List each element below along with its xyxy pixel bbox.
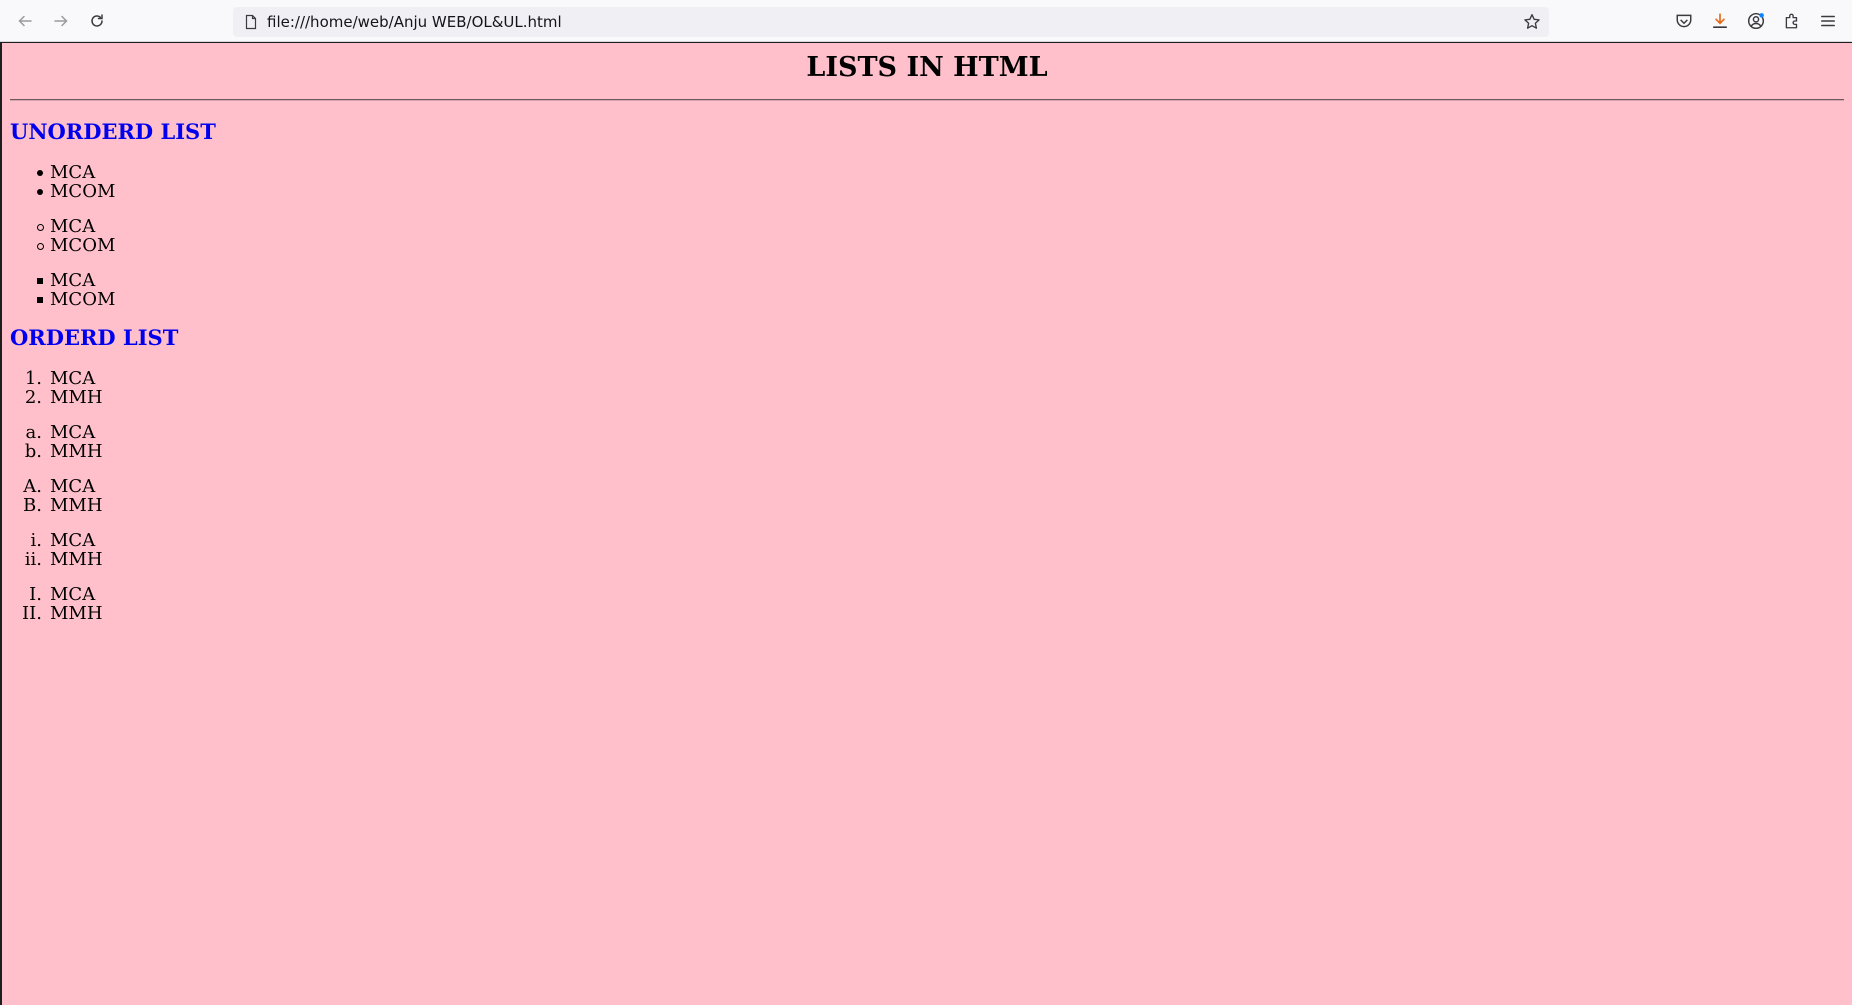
list-marker: A.: [23, 476, 42, 497]
page-content: LISTS IN HTML UNORDERD LIST MCA MCOM MCA…: [2, 43, 1852, 1005]
forward-icon: [54, 15, 68, 27]
unordered-list-heading: UNORDERD LIST: [10, 119, 216, 144]
downloads-icon: [1712, 13, 1728, 29]
downloads-button[interactable]: [1708, 9, 1732, 33]
account-button[interactable]: [1744, 9, 1768, 33]
list-marker: I.: [29, 584, 42, 605]
menu-button[interactable]: [1816, 9, 1840, 33]
list-marker: II.: [22, 603, 42, 624]
ordered-list-heading: ORDERD LIST: [10, 325, 179, 350]
back-icon: [18, 15, 32, 27]
url-text[interactable]: file:///home/web/Anju WEB/OL&UL.html: [267, 13, 562, 31]
reload-button[interactable]: [84, 8, 110, 34]
page-title: LISTS IN HTML: [806, 52, 1048, 83]
back-button[interactable]: [12, 8, 38, 34]
browser-toolbar: file:///home/web/Anju WEB/OL&UL.html: [0, 0, 1852, 42]
extensions-button[interactable]: [1780, 9, 1804, 33]
account-icon: [1747, 12, 1765, 30]
pocket-icon: [1676, 14, 1692, 28]
reload-icon: [91, 14, 103, 27]
list-marker: 1.: [24, 368, 42, 389]
list-marker: 2.: [24, 387, 42, 408]
list-marker: b.: [24, 441, 42, 462]
list-marker: i.: [30, 530, 42, 551]
extensions-icon: [1785, 13, 1798, 29]
list-marker: a.: [25, 422, 42, 443]
square-bullet-icon: [37, 278, 43, 284]
menu-icon: [1821, 15, 1835, 27]
circle-bullet-icon: [37, 243, 44, 250]
circle-bullet-icon: [37, 224, 44, 231]
disc-bullet-icon: [37, 189, 43, 195]
list-marker: ii.: [24, 549, 42, 570]
address-bar[interactable]: file:///home/web/Anju WEB/OL&UL.html: [233, 7, 1549, 37]
pocket-button[interactable]: [1672, 9, 1696, 33]
disc-bullet-icon: [37, 170, 43, 176]
bookmark-star-icon[interactable]: [1523, 13, 1541, 31]
page-icon: [245, 14, 257, 30]
square-bullet-icon: [37, 297, 43, 303]
horizontal-rule: [10, 99, 1844, 101]
forward-button[interactable]: [48, 8, 74, 34]
list-marker: B.: [23, 495, 42, 516]
